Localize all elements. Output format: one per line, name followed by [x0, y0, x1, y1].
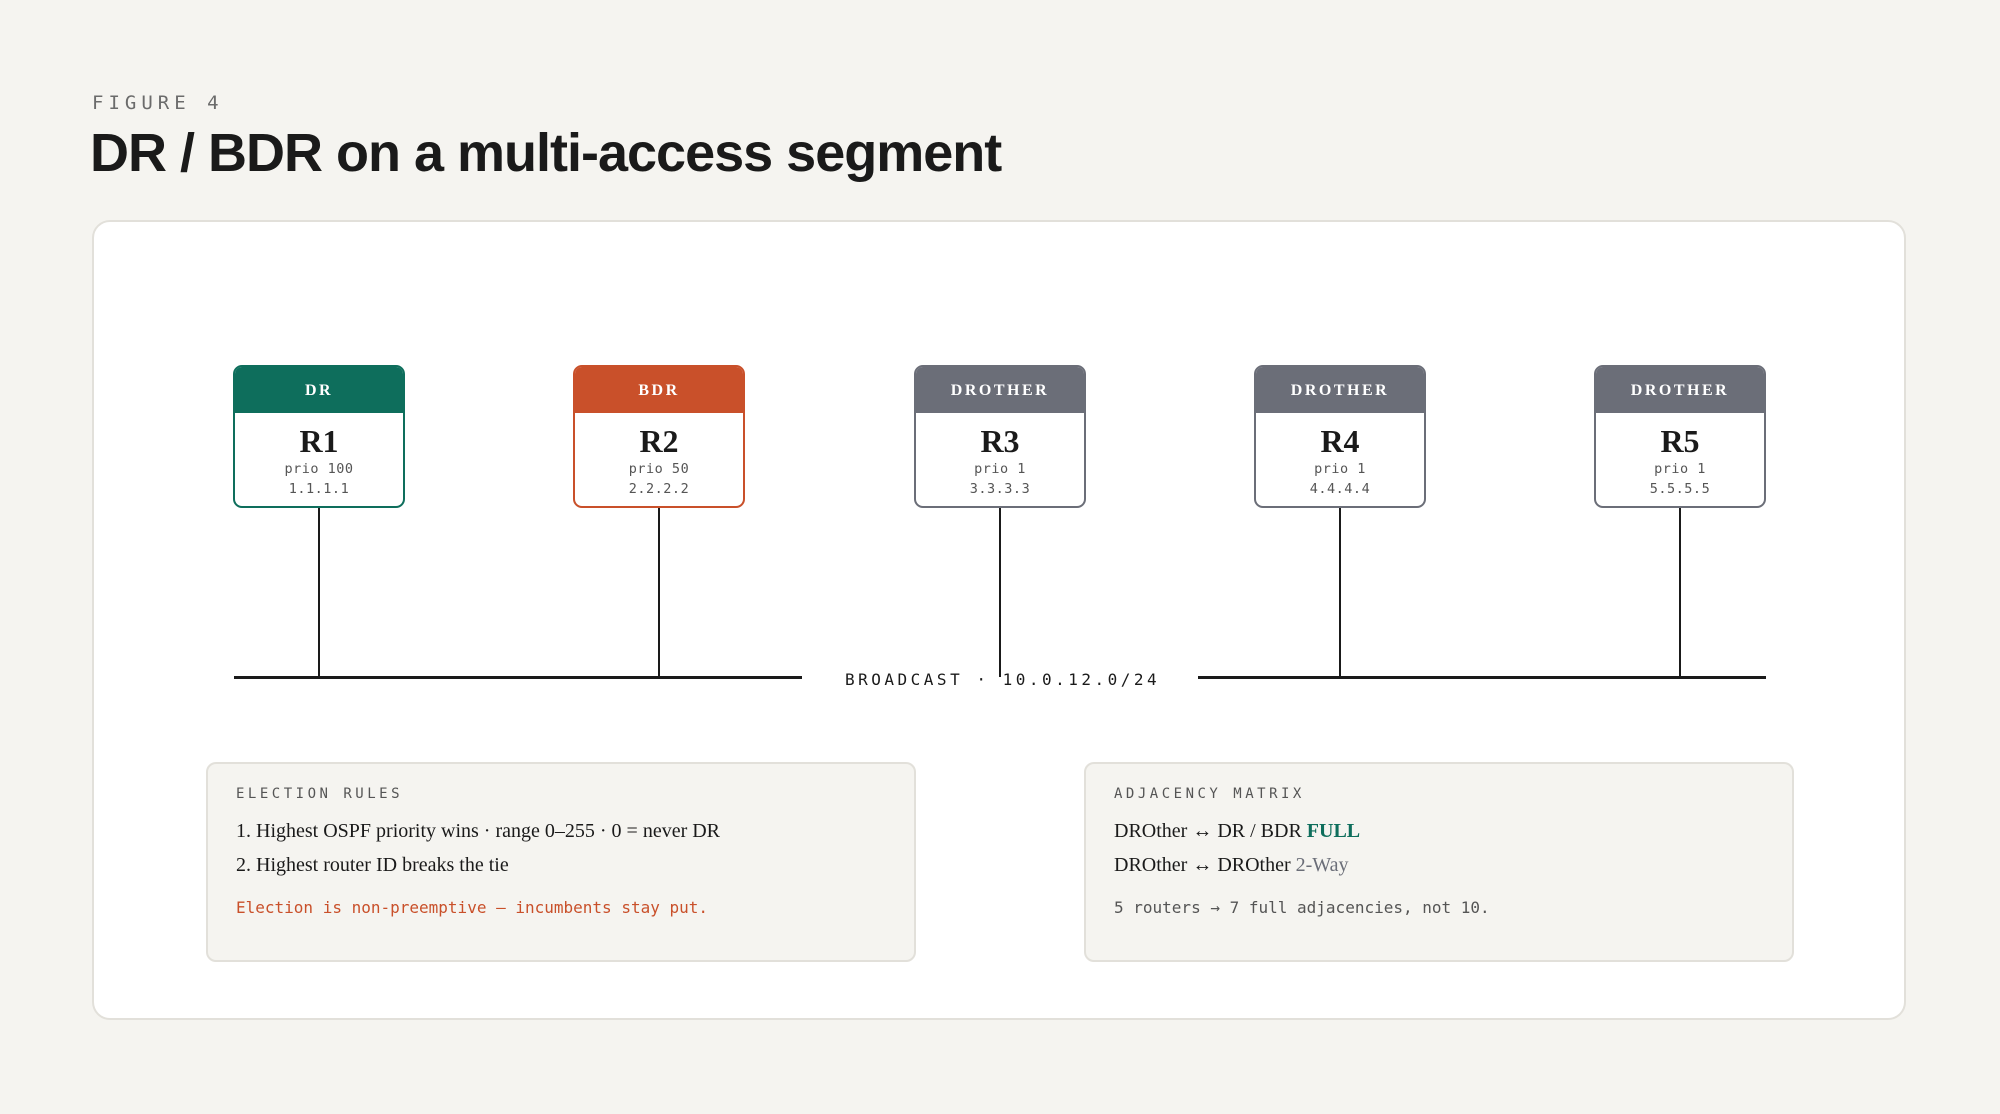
figure-label: FIGURE 4	[92, 92, 224, 114]
role-badge-drother: DROTHER	[1256, 367, 1424, 413]
adjacency-row-full: DROther ↔ DR / BDR FULL	[1114, 814, 1764, 848]
adjacency-state-twoway: 2-Way	[1295, 854, 1349, 876]
adjacency-state-full: FULL	[1306, 820, 1361, 842]
adjacency-pair: DROther ↔ DR / BDR	[1114, 820, 1302, 842]
adjacency-matrix-title: ADJACENCY MATRIX	[1114, 786, 1305, 802]
election-rules-title: ELECTION RULES	[236, 786, 404, 802]
router-name: R2	[639, 423, 679, 459]
router-r2: BDR R2 prio 50 2.2.2.2	[573, 365, 745, 508]
election-note: Election is non-preemptive — incumbents …	[236, 898, 709, 917]
router-r4: DROTHER R4 prio 1 4.4.4.4	[1254, 365, 1426, 508]
broadcast-bus-left	[234, 676, 802, 679]
router-name: R3	[980, 423, 1020, 459]
stem-r2	[658, 506, 660, 677]
election-rule-1: 1. Highest OSPF priority wins · range 0–…	[236, 820, 721, 842]
router-id: 5.5.5.5	[1649, 481, 1711, 497]
stem-r3	[999, 506, 1001, 677]
broadcast-bus-right	[1198, 676, 1766, 679]
router-id: 4.4.4.4	[1309, 481, 1371, 497]
router-name: R5	[1660, 423, 1700, 459]
broadcast-segment-label: BROADCAST · 10.0.12.0/24	[845, 670, 1161, 689]
router-r5: DROTHER R5 prio 1 5.5.5.5	[1594, 365, 1766, 508]
router-priority: prio 100	[284, 461, 354, 477]
role-badge-dr: DR	[235, 367, 403, 413]
stem-r5	[1679, 506, 1681, 677]
role-badge-bdr: BDR	[575, 367, 743, 413]
adjacency-note: 5 routers → 7 full adjacencies, not 10.	[1114, 898, 1490, 917]
router-r3: DROTHER R3 prio 1 3.3.3.3	[914, 365, 1086, 508]
adjacency-matrix-panel: ADJACENCY MATRIX DROther ↔ DR / BDR FULL…	[1084, 762, 1794, 962]
router-priority: prio 1	[1654, 461, 1706, 477]
router-name: R4	[1320, 423, 1360, 459]
election-rule-2: 2. Highest router ID breaks the tie	[236, 854, 509, 876]
adjacency-row-twoway: DROther ↔ DROther 2-Way	[1114, 848, 1764, 882]
router-priority: prio 1	[974, 461, 1026, 477]
election-rules-panel: ELECTION RULES 1. Highest OSPF priority …	[206, 762, 916, 962]
router-priority: prio 1	[1314, 461, 1366, 477]
router-r1: DR R1 prio 100 1.1.1.1	[233, 365, 405, 508]
adjacency-pair: DROther ↔ DROther	[1114, 854, 1291, 876]
router-id: 2.2.2.2	[628, 481, 690, 497]
router-name: R1	[299, 423, 339, 459]
router-id: 3.3.3.3	[969, 481, 1031, 497]
figure-title: DR / BDR on a multi-access segment	[90, 123, 1002, 183]
router-id: 1.1.1.1	[288, 481, 350, 497]
router-priority: prio 50	[628, 461, 690, 477]
stem-r1	[318, 506, 320, 677]
role-badge-drother: DROTHER	[916, 367, 1084, 413]
stem-r4	[1339, 506, 1341, 677]
role-badge-drother: DROTHER	[1596, 367, 1764, 413]
